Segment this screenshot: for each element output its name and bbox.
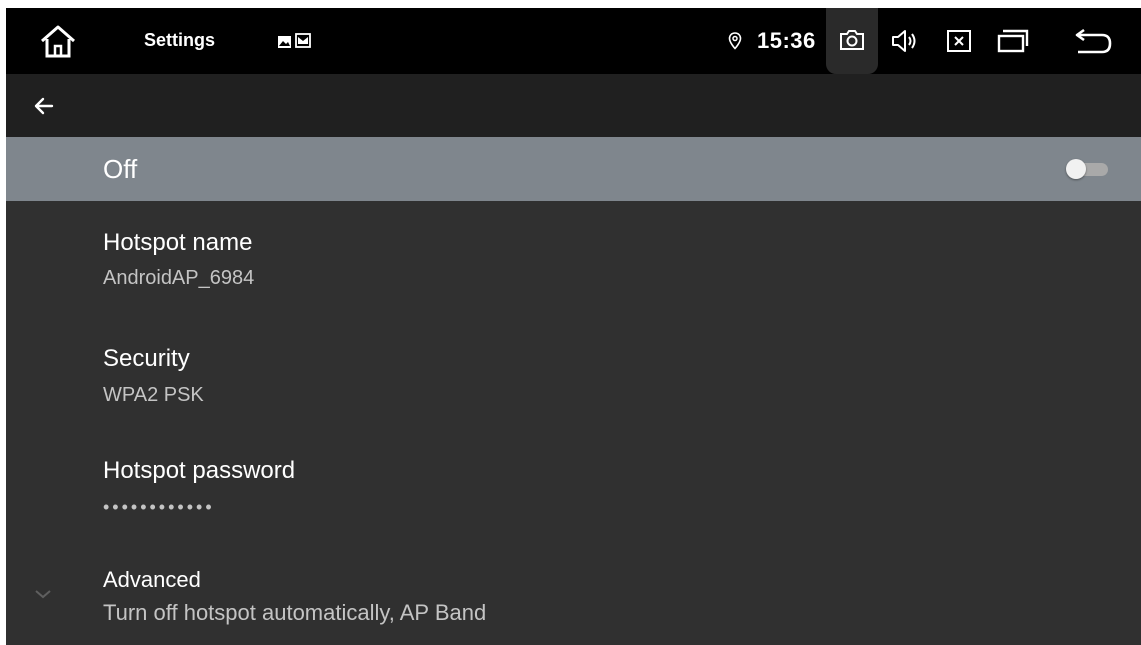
recents-icon	[997, 29, 1029, 53]
status-bar: Settings 15:36	[6, 8, 1141, 74]
hotspot-password-title: Hotspot password	[103, 457, 296, 484]
advanced-title: Advanced	[103, 567, 201, 592]
location-icon	[728, 32, 742, 50]
camera-icon	[840, 30, 864, 50]
recent-apps-button[interactable]	[994, 28, 1032, 54]
screen: Settings 15:36 Off Hotspot name AndroidA…	[6, 8, 1141, 645]
close-box-icon	[947, 30, 971, 52]
toggle-thumb	[1066, 159, 1086, 179]
back-arrow-icon	[1075, 28, 1112, 54]
home-button[interactable]	[36, 22, 80, 62]
security-item[interactable]: Security WPA2 PSK	[6, 313, 1141, 425]
app-name-label: Settings	[144, 30, 216, 50]
security-title: Security	[103, 345, 190, 372]
hotspot-password-item[interactable]: Hotspot password ••••••••••••	[6, 425, 1141, 537]
screenshot-button[interactable]	[826, 8, 878, 74]
advanced-summary: Turn off hotspot automatically, AP Band	[103, 600, 487, 625]
mail-notification-icon	[295, 33, 311, 48]
close-app-button[interactable]	[946, 29, 972, 53]
hotspot-name-item[interactable]: Hotspot name AndroidAP_6984	[6, 201, 1141, 313]
back-button[interactable]	[1068, 26, 1116, 56]
arrow-left-icon	[34, 97, 54, 115]
chevron-down-icon	[32, 587, 54, 601]
home-icon	[41, 25, 75, 58]
hotspot-name-title: Hotspot name	[103, 229, 253, 256]
switch-state-label: Off	[103, 154, 138, 184]
photo-notification-icon	[278, 35, 291, 48]
hotspot-name-value: AndroidAP_6984	[103, 267, 255, 289]
speaker-icon	[892, 30, 916, 52]
hotspot-password-value: ••••••••••••	[103, 497, 215, 517]
navigate-up-button[interactable]	[30, 92, 58, 120]
hotspot-toggle[interactable]	[1066, 159, 1110, 179]
clock: 15:36	[757, 28, 816, 53]
advanced-item[interactable]: Advanced Turn off hotspot automatically,…	[6, 537, 1141, 645]
hotspot-master-switch-bar[interactable]: Off	[6, 137, 1141, 201]
volume-button[interactable]	[890, 28, 920, 54]
security-value: WPA2 PSK	[103, 384, 204, 406]
action-bar	[6, 74, 1141, 137]
